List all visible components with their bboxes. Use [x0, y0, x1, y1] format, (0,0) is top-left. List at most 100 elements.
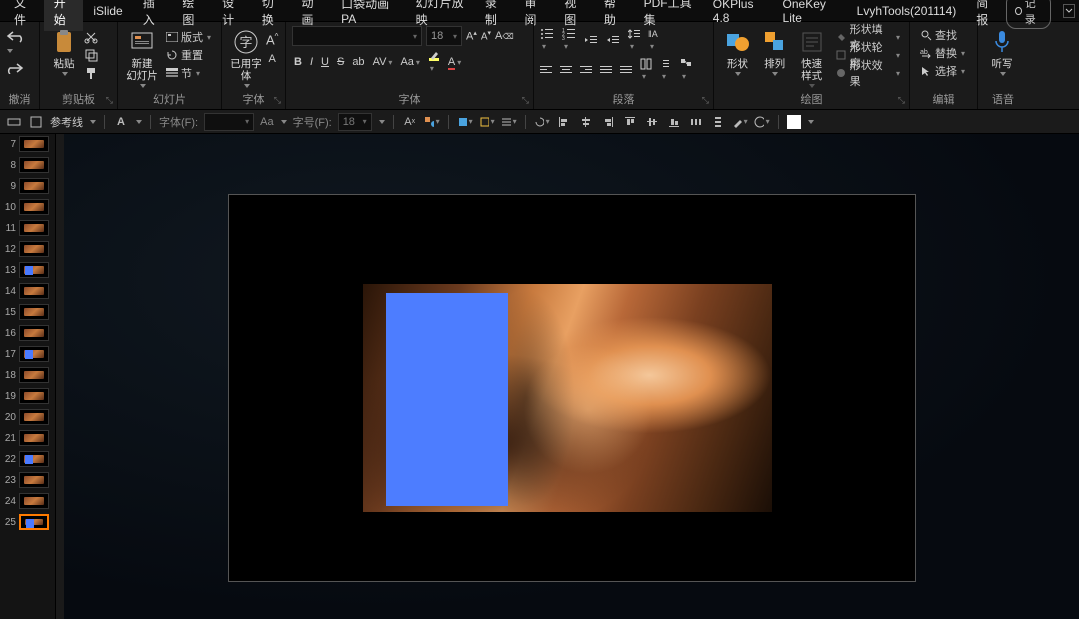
thumbnail-25[interactable]: 25: [0, 512, 55, 532]
thumbnail-13[interactable]: 13: [0, 260, 55, 280]
sub-align-bottom-icon[interactable]: [666, 114, 682, 130]
thumbnail-17[interactable]: 17: [0, 344, 55, 364]
underline-button[interactable]: U: [321, 56, 329, 68]
bullets-button[interactable]: [540, 28, 554, 52]
para-launcher-icon[interactable]: ⤡: [702, 95, 709, 106]
sub-align-top-icon[interactable]: [622, 114, 638, 130]
sub-align-middle-icon[interactable]: [644, 114, 660, 130]
shadow-button[interactable]: ab: [352, 56, 364, 68]
clear-format-icon[interactable]: A⌫: [495, 30, 514, 42]
columns-icon[interactable]: [640, 58, 652, 82]
font-size-combo[interactable]: 18: [426, 26, 462, 46]
thumbnail-10[interactable]: 10: [0, 197, 55, 217]
thumbnail-14[interactable]: 14: [0, 281, 55, 301]
slide-canvas[interactable]: [64, 134, 1079, 619]
thumbnail-15[interactable]: 15: [0, 302, 55, 322]
thumbnail-19[interactable]: 19: [0, 386, 55, 406]
current-slide[interactable]: [228, 194, 916, 582]
thumbnail-22[interactable]: 22: [0, 449, 55, 469]
align-right-icon[interactable]: [580, 65, 592, 75]
slide-thumbnails[interactable]: 78910111213141516171819202122232425: [0, 134, 56, 619]
used-font-button[interactable]: 字 已用字 体: [228, 26, 264, 90]
sub-clear-icon[interactable]: Ax: [402, 114, 418, 130]
thumbnail-16[interactable]: 16: [0, 323, 55, 343]
usedfont-launcher-icon[interactable]: ⤡: [274, 95, 281, 106]
smartart-icon[interactable]: [680, 58, 692, 82]
layout-button[interactable]: 版式: [162, 28, 214, 46]
thumbnail-24[interactable]: 24: [0, 491, 55, 511]
replace-button[interactable]: ab替换: [916, 44, 968, 62]
clipboard-launcher-icon[interactable]: ⤡: [106, 95, 113, 106]
decrease-font-icon[interactable]: A: [269, 53, 276, 65]
menu-lvyh[interactable]: LvyhTools(201114): [847, 1, 967, 21]
indent-inc-icon[interactable]: [606, 34, 620, 46]
spacing-button[interactable]: AV: [373, 56, 393, 68]
textbox-icon[interactable]: A: [113, 114, 129, 130]
guides-label[interactable]: 参考线: [50, 114, 83, 130]
sub-quick-style-icon[interactable]: [754, 114, 770, 130]
font-color-button[interactable]: A: [448, 56, 461, 68]
sub-shape-outline-icon[interactable]: [479, 114, 495, 130]
sub-shape-gallery-icon[interactable]: [424, 114, 440, 130]
thumbnail-9[interactable]: 9: [0, 176, 55, 196]
numbering-button[interactable]: 123: [562, 28, 576, 52]
paste-button[interactable]: 粘贴: [46, 26, 82, 78]
cut-icon[interactable]: [84, 30, 98, 44]
thumbnail-7[interactable]: 7: [0, 134, 55, 154]
align-vert-icon[interactable]: [660, 58, 672, 82]
thumbnail-20[interactable]: 20: [0, 407, 55, 427]
text-direction-icon[interactable]: ‖A: [648, 28, 660, 52]
ruler-toggle-icon[interactable]: [6, 114, 22, 130]
thumbnail-11[interactable]: 11: [0, 218, 55, 238]
blue-rectangle-shape[interactable]: [386, 293, 508, 506]
distribute-icon[interactable]: [620, 65, 632, 75]
sub-line-style-icon[interactable]: [501, 114, 517, 130]
sub-align-left-icon[interactable]: [556, 114, 572, 130]
find-button[interactable]: 查找: [916, 26, 960, 44]
italic-button[interactable]: I: [310, 56, 313, 68]
font-launcher-icon[interactable]: ⤡: [522, 95, 529, 106]
sub-size-combo[interactable]: 18: [338, 113, 372, 131]
thumbnail-18[interactable]: 18: [0, 365, 55, 385]
reset-button[interactable]: 重置: [162, 46, 206, 64]
section-button[interactable]: 节: [162, 64, 203, 82]
align-center-icon[interactable]: [560, 65, 572, 75]
change-case-button[interactable]: Aa: [400, 56, 419, 68]
drawing-launcher-icon[interactable]: ⤡: [898, 95, 905, 106]
sub-distribute-h-icon[interactable]: [688, 114, 704, 130]
sub-color-white-swatch[interactable]: [787, 115, 801, 129]
sub-eyedropper-icon[interactable]: [732, 114, 748, 130]
copy-icon[interactable]: [84, 48, 98, 62]
bold-button[interactable]: B: [294, 56, 302, 68]
undo-button[interactable]: [6, 30, 26, 56]
sub-font-combo[interactable]: [204, 113, 254, 131]
grow-font-icon[interactable]: A▴: [466, 29, 477, 43]
font-family-combo[interactable]: [292, 26, 422, 46]
dictate-button[interactable]: 听写: [984, 26, 1020, 78]
thumbnail-21[interactable]: 21: [0, 428, 55, 448]
format-painter-icon[interactable]: [84, 66, 98, 80]
redo-button[interactable]: [6, 62, 24, 74]
thumbnail-23[interactable]: 23: [0, 470, 55, 490]
strike-button[interactable]: S: [337, 56, 344, 68]
grid-toggle-icon[interactable]: [28, 114, 44, 130]
thumbnail-12[interactable]: 12: [0, 239, 55, 259]
sub-distribute-v-icon[interactable]: [710, 114, 726, 130]
menu-islide[interactable]: iSlide: [83, 1, 132, 21]
sub-align-right-icon[interactable]: [600, 114, 616, 130]
thumbnail-8[interactable]: 8: [0, 155, 55, 175]
shapes-button[interactable]: 形状: [720, 26, 755, 78]
thumb-scrollbar[interactable]: [56, 134, 64, 619]
shrink-font-icon[interactable]: A▾: [481, 29, 491, 42]
indent-dec-icon[interactable]: [584, 34, 598, 46]
highlight-button[interactable]: [428, 50, 440, 74]
sub-shape-fill-icon[interactable]: [457, 114, 473, 130]
select-button[interactable]: 选择: [916, 62, 968, 80]
arrange-button[interactable]: 排列: [757, 26, 792, 78]
new-slide-button[interactable]: 新建 幻灯片: [124, 26, 160, 90]
sub-rotate-icon[interactable]: [534, 114, 550, 130]
line-spacing-icon[interactable]: [628, 28, 640, 52]
align-justify-icon[interactable]: [600, 65, 612, 75]
sub-align-center-h-icon[interactable]: [578, 114, 594, 130]
increase-font-icon[interactable]: A^: [266, 32, 278, 47]
